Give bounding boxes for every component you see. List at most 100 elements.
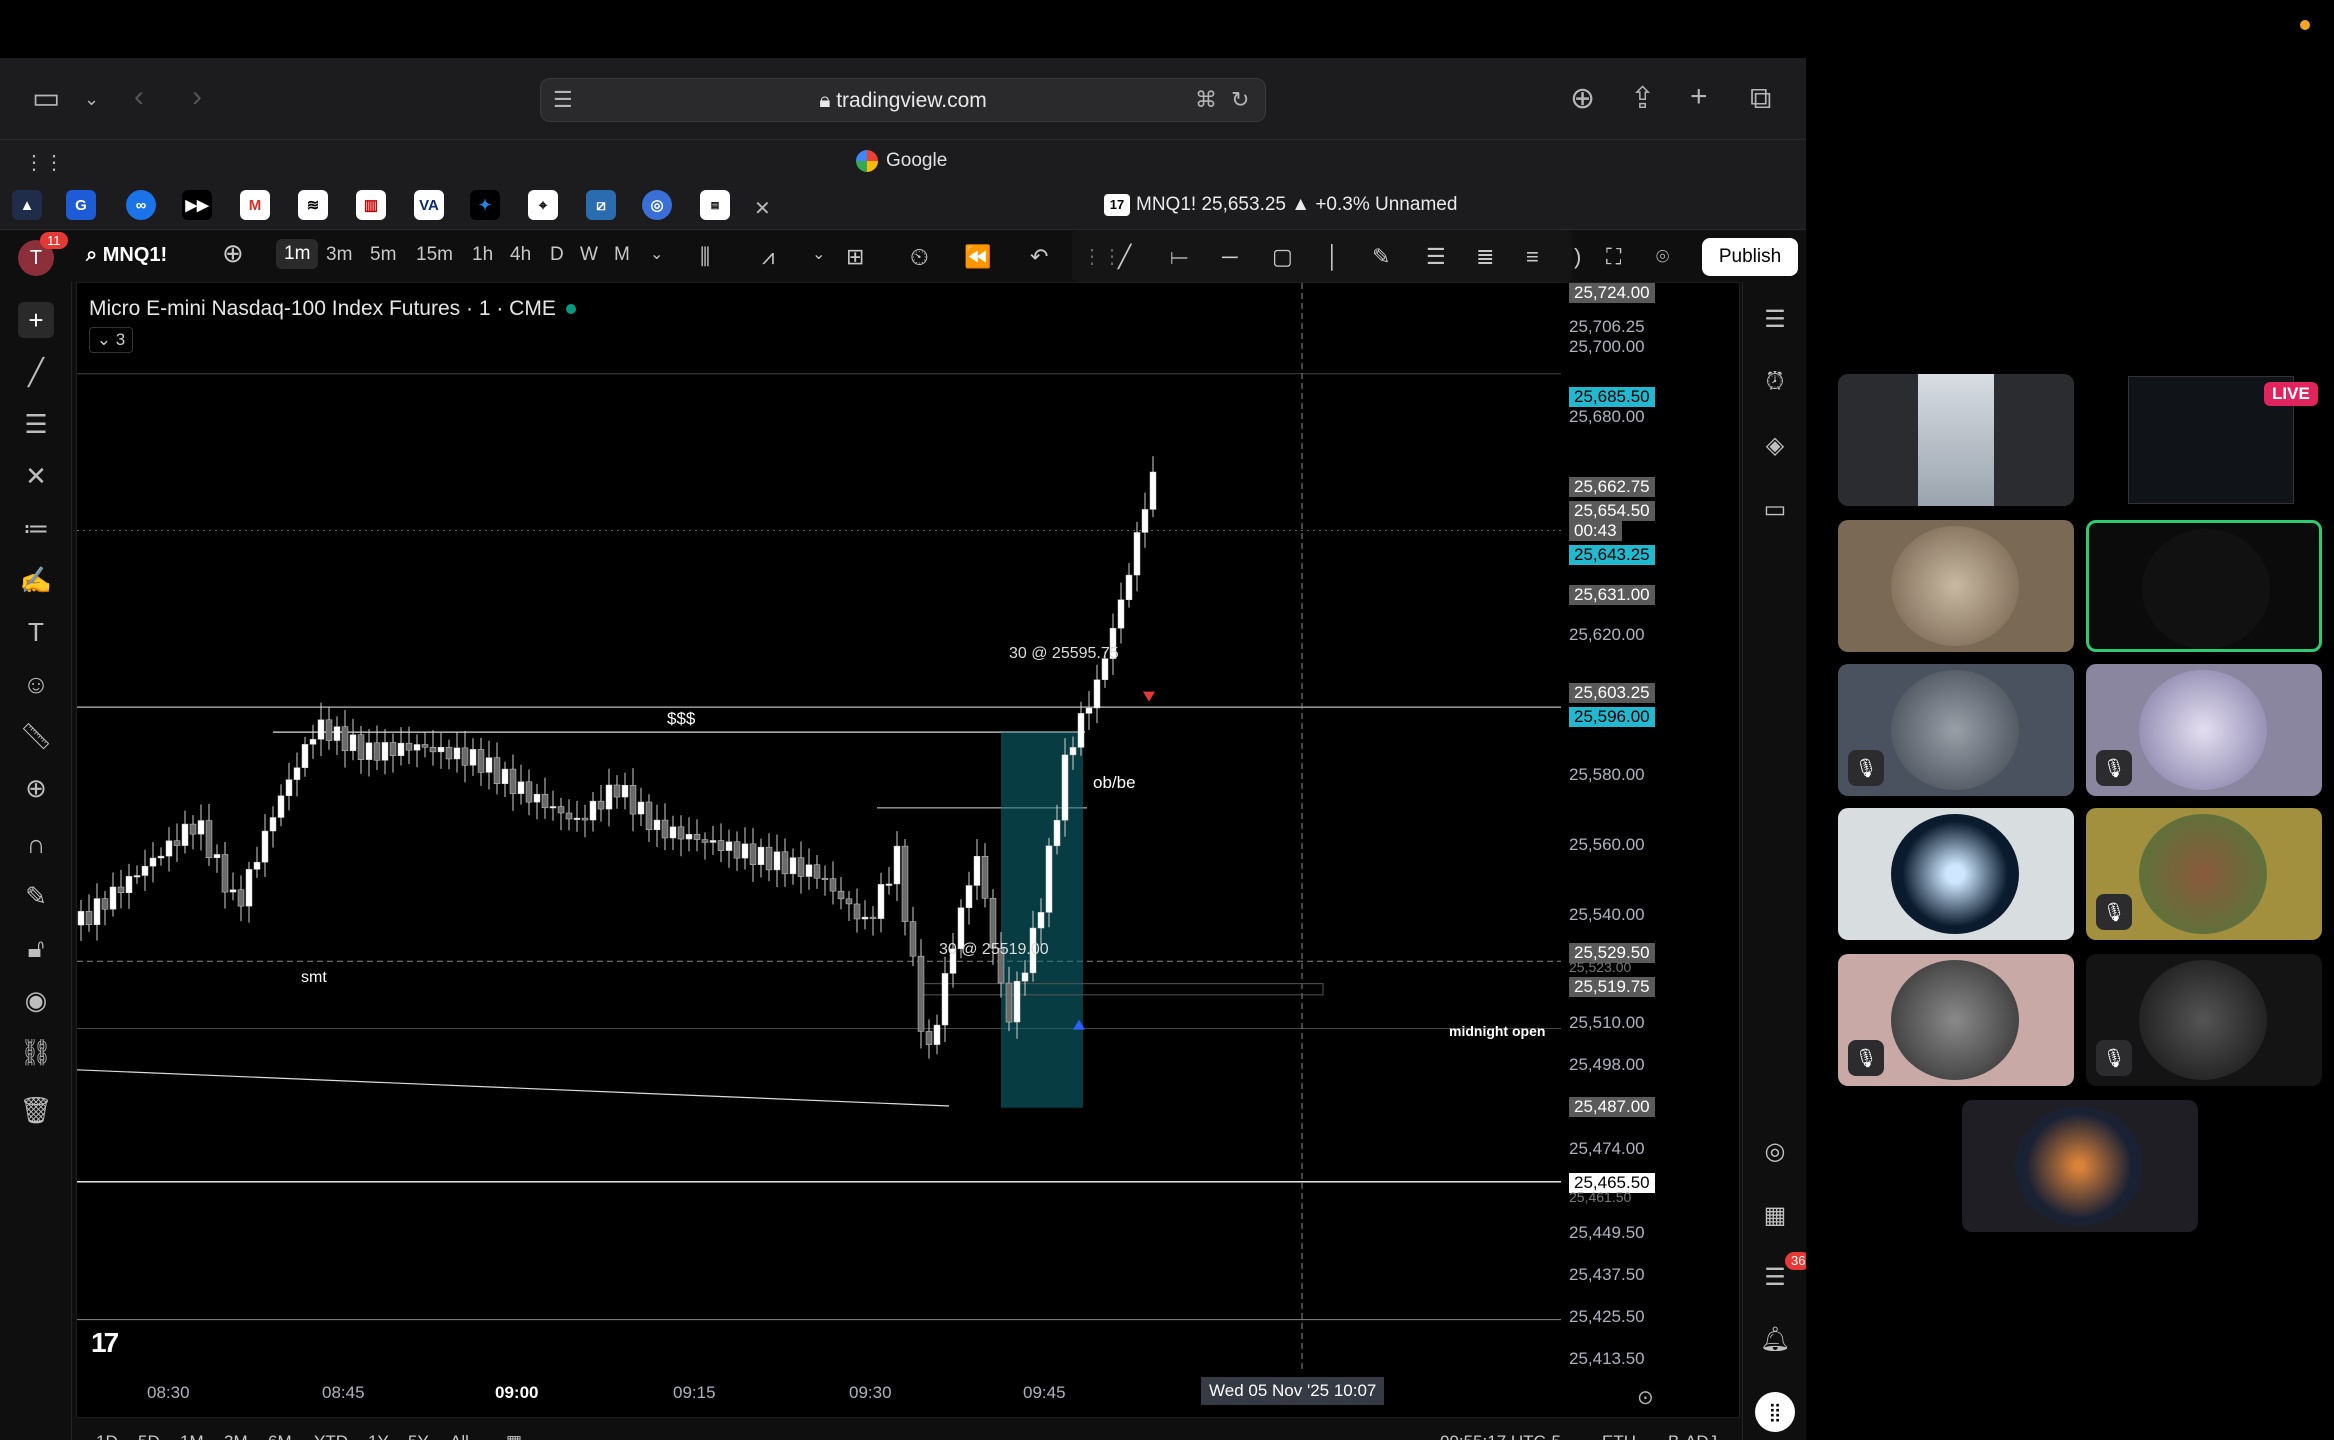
apps-menu-button[interactable]: ⣿: [1755, 1392, 1795, 1432]
text-tool-icon[interactable]: T: [18, 614, 54, 650]
indicators-dropdown-icon[interactable]: ⌄: [812, 244, 825, 264]
fib-icon[interactable]: ☰: [1426, 244, 1446, 270]
symbol-search[interactable]: ⌕ MNQ1!: [86, 244, 167, 267]
address-bar[interactable]: ☰ 🔒︎ tradingview.com ⌘ ↻: [540, 78, 1266, 122]
share-icon[interactable]: ⇪: [1630, 84, 1655, 114]
tab-icon-12[interactable]: ◎: [642, 190, 672, 220]
participant-tile-speaking[interactable]: [2086, 520, 2322, 652]
tf-1h[interactable]: 1h: [472, 244, 493, 266]
back-icon[interactable]: ‹: [134, 82, 144, 112]
apps-grid-icon[interactable]: ⋮⋮: [24, 148, 64, 178]
participant-tile-live[interactable]: LIVE: [2122, 374, 2334, 506]
horizontal-ray-icon[interactable]: ⟝: [1170, 244, 1188, 270]
watchlist-icon[interactable]: ☰: [1757, 302, 1793, 338]
tab-icon-6[interactable]: ≋: [298, 190, 328, 220]
undo-icon[interactable]: ↶: [1030, 244, 1048, 270]
drive-tab-icon[interactable]: ▲: [12, 190, 42, 220]
participant-tile[interactable]: [1962, 1100, 2198, 1232]
tab-icon-13[interactable]: ▤: [700, 190, 730, 220]
lock-icon[interactable]: 🔓︎: [18, 930, 54, 966]
active-tab[interactable]: 17 MNQ1! 25,653.25 ▲ +0.3% Unnamed: [1104, 194, 1457, 216]
camera-icon[interactable]: ⌾: [1656, 244, 1669, 270]
emoji-tool-icon[interactable]: ☺: [18, 666, 54, 702]
range-1y[interactable]: 1Y: [368, 1432, 389, 1440]
indicators-icon[interactable]: ⩘: [762, 244, 774, 270]
layers-icon[interactable]: ◈: [1757, 428, 1793, 464]
participant-tile[interactable]: 🎙︎: [2086, 954, 2322, 1086]
favorites-google[interactable]: Google: [856, 150, 947, 172]
participant-tile[interactable]: [1838, 808, 2074, 940]
magnet-icon[interactable]: ∩: [18, 826, 54, 862]
fib-tool-icon[interactable]: ☰: [18, 406, 54, 442]
tf-3m[interactable]: 3m: [326, 244, 352, 266]
tab-icon-3[interactable]: ∞: [126, 190, 156, 220]
channel-icon[interactable]: ≣: [1476, 244, 1494, 270]
tf-w[interactable]: W: [580, 244, 598, 266]
link-icon[interactable]: ⛓: [18, 1034, 54, 1070]
brush-tool-icon[interactable]: ✍: [18, 562, 54, 598]
indicators-collapse-button[interactable]: ⌄ 3: [89, 327, 133, 353]
range-5d[interactable]: 5D: [138, 1432, 160, 1440]
price-chart[interactable]: Micro E-mini Nasdaq-100 Index Futures · …: [76, 282, 1740, 1418]
session-type[interactable]: ETH: [1602, 1432, 1636, 1440]
range-ytd[interactable]: YTD: [314, 1432, 348, 1440]
translate-icon[interactable]: ⌘: [1195, 85, 1217, 115]
bell-icon[interactable]: 🔔︎: [1757, 1322, 1793, 1358]
participant-tile[interactable]: 🎙︎: [2086, 808, 2322, 940]
pattern-tool-icon[interactable]: ✕: [18, 458, 54, 494]
calendar-range-icon[interactable]: ▦: [506, 1432, 522, 1440]
reload-icon[interactable]: ↻: [1231, 85, 1249, 115]
range-1m[interactable]: 1M: [180, 1432, 204, 1440]
chat-icon[interactable]: ▭: [1757, 492, 1793, 528]
tab-icon-7[interactable]: ▥: [356, 190, 386, 220]
chevron-down-icon[interactable]: ⌄: [84, 84, 99, 114]
tf-5m[interactable]: 5m: [370, 244, 396, 266]
range-1d[interactable]: 1D: [96, 1432, 118, 1440]
participant-tile[interactable]: 🎙︎: [2086, 664, 2322, 796]
tf-m[interactable]: M: [614, 244, 630, 266]
lock-drawing-icon[interactable]: ✎: [18, 878, 54, 914]
participant-tile[interactable]: [1838, 374, 2074, 506]
trend-line-icon[interactable]: ╱: [1118, 244, 1131, 270]
fullscreen-icon[interactable]: ⛶: [1606, 244, 1621, 270]
tab-icon-4[interactable]: ▶▶: [182, 190, 212, 220]
settings-lines-icon[interactable]: ≡: [1526, 244, 1539, 270]
tab-overview-icon[interactable]: ⧉: [1750, 84, 1771, 114]
collapse-toolbar-icon[interactable]: ): [1574, 244, 1581, 270]
tf-15m[interactable]: 15m: [416, 244, 453, 266]
gmail-tab-icon[interactable]: M: [240, 190, 270, 220]
layouts-icon[interactable]: ⊞: [846, 244, 864, 270]
adjustment-type[interactable]: B-ADJ: [1668, 1432, 1717, 1440]
participant-tile[interactable]: 🎙︎: [1838, 664, 2074, 796]
forecast-tool-icon[interactable]: ≔: [18, 510, 54, 546]
new-tab-icon[interactable]: +: [1690, 82, 1708, 112]
price-scale[interactable]: 25,724.00 25,706.25 25,700.00 25,685.50 …: [1561, 283, 1741, 1383]
download-icon[interactable]: ⊕: [1570, 84, 1595, 114]
range-6m[interactable]: 6M: [268, 1432, 292, 1440]
range-all[interactable]: All: [450, 1432, 469, 1440]
eye-icon[interactable]: ◉: [18, 982, 54, 1018]
tab-icon-9[interactable]: ✦: [470, 190, 500, 220]
sidebar-icon[interactable]: ▭: [32, 84, 60, 114]
rectangle-icon[interactable]: ▢: [1272, 244, 1293, 270]
ruler-icon[interactable]: 📏︎: [18, 718, 54, 754]
trash-icon[interactable]: 🗑︎: [18, 1092, 54, 1128]
participant-tile[interactable]: [1838, 520, 2074, 652]
range-3m[interactable]: 3M: [224, 1432, 248, 1440]
tf-4h[interactable]: 4h: [510, 244, 531, 266]
participant-tile[interactable]: 🎙︎: [1838, 954, 2074, 1086]
candle-type-icon[interactable]: ⫼: [700, 244, 710, 270]
publish-button[interactable]: Publish: [1702, 238, 1798, 276]
tab-icon-10[interactable]: ⌖: [528, 190, 558, 220]
tab-icon-8[interactable]: VA: [414, 190, 444, 220]
crosshair-icon[interactable]: +: [18, 302, 54, 338]
forward-icon[interactable]: ›: [192, 82, 202, 112]
chart-canvas[interactable]: [77, 283, 1561, 1373]
zoom-icon[interactable]: ⊕: [18, 770, 54, 806]
vertical-line-icon[interactable]: │: [1326, 244, 1340, 270]
trendline-tool-icon[interactable]: ╱: [18, 354, 54, 390]
alert-icon[interactable]: ⏲: [910, 244, 929, 272]
tf-dropdown-icon[interactable]: ⌄: [650, 244, 663, 264]
tab-icon-11[interactable]: ⧄: [586, 190, 616, 220]
replay-icon[interactable]: ⏪: [964, 244, 991, 270]
